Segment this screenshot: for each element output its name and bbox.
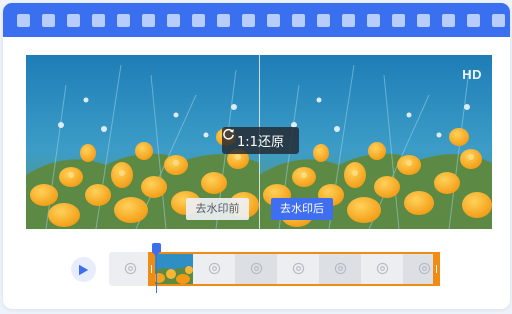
film-perforation (167, 14, 180, 27)
film-perforation (392, 14, 405, 27)
film-perforation (42, 14, 55, 27)
film-perforation (417, 14, 430, 27)
film-perforation (492, 14, 505, 27)
film-perforation (442, 14, 455, 27)
editor-card: HD 1:1还原 去水印前 去水印后 (3, 3, 510, 309)
film-perforation (317, 14, 330, 27)
film-perforation (467, 14, 480, 27)
hd-badge: HD (462, 67, 482, 82)
filmstrip-header (3, 3, 510, 37)
film-perforation (367, 14, 380, 27)
playhead-knob[interactable] (152, 243, 161, 256)
film-perforation (242, 14, 255, 27)
video-preview: HD 1:1还原 去水印前 去水印后 (26, 55, 492, 229)
after-watermark-tag[interactable]: 去水印后 (271, 198, 333, 220)
film-perforation (292, 14, 305, 27)
play-icon (79, 264, 89, 275)
restore-label: 1:1还原 (237, 135, 284, 150)
selection-range[interactable] (148, 252, 440, 286)
selection-start-handle[interactable] (148, 252, 155, 286)
film-perforation (67, 14, 80, 27)
play-button[interactable] (71, 257, 96, 282)
film-perforation (192, 14, 205, 27)
film-perforation (267, 14, 280, 27)
film-perforation (17, 14, 30, 27)
film-perforation (117, 14, 130, 27)
refresh-icon (223, 128, 234, 140)
film-perforation (217, 14, 230, 27)
restore-1-1-button[interactable]: 1:1还原 (222, 127, 299, 154)
film-perforation (142, 14, 155, 27)
film-perforation (342, 14, 355, 27)
timeline-frame (109, 252, 151, 286)
selection-end-handle[interactable] (433, 252, 440, 286)
film-perforation (92, 14, 105, 27)
before-watermark-tag[interactable]: 去水印前 (186, 198, 249, 220)
image-placeholder-icon (124, 260, 137, 279)
